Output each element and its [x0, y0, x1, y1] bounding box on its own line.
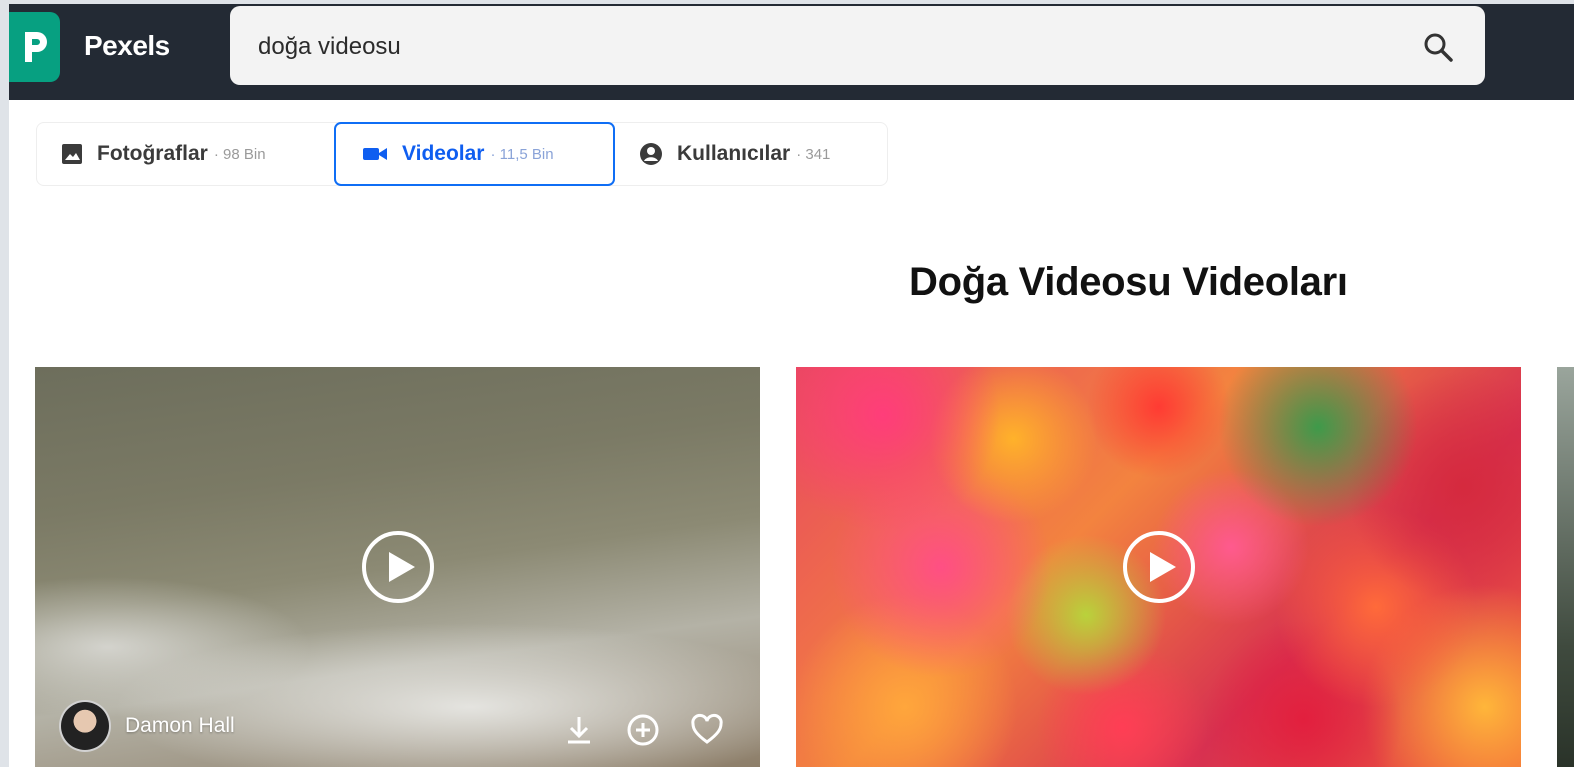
video-author[interactable]: Damon Hall — [59, 700, 235, 752]
pexels-logo-icon — [24, 32, 47, 62]
search-input[interactable]: doğa videosu — [258, 33, 401, 61]
search-bar[interactable]: doğa videosu — [230, 6, 1485, 85]
tab-videos[interactable]: Videolar · 11,5 Bin — [334, 122, 615, 186]
video-card[interactable] — [796, 367, 1521, 767]
video-actions — [562, 713, 724, 747]
search-icon[interactable] — [1421, 30, 1455, 64]
tab-users-label: Kullanıcılar — [677, 142, 791, 165]
tab-users-count: · 341 — [796, 145, 831, 163]
tab-photos-label: Fotoğraflar — [97, 142, 208, 165]
play-icon[interactable] — [1121, 529, 1197, 605]
tab-users[interactable]: Kullanıcılar · 341 — [617, 123, 887, 185]
video-card-partial[interactable] — [1557, 367, 1574, 767]
tab-videos-label: Videolar — [402, 142, 485, 165]
play-icon[interactable] — [360, 529, 436, 605]
page: Pexels doğa videosu Fotoğraflar · 98 Bin… — [9, 4, 1574, 767]
tab-photos[interactable]: Fotoğraflar · 98 Bin — [37, 123, 333, 185]
tab-videos-count: · 11,5 Bin — [490, 145, 554, 163]
download-icon[interactable] — [562, 713, 596, 747]
add-collection-icon[interactable] — [626, 713, 660, 747]
page-title: Doğa Videosu Videoları — [909, 260, 1348, 304]
user-circle-icon — [640, 143, 662, 165]
image-icon — [62, 144, 82, 164]
pexels-logo[interactable] — [9, 12, 60, 82]
video-card[interactable]: Damon Hall — [35, 367, 760, 767]
heart-icon[interactable] — [690, 713, 724, 747]
tab-photos-count: · 98 Bin — [213, 145, 266, 163]
brand-name[interactable]: Pexels — [84, 30, 170, 62]
avatar[interactable] — [59, 700, 111, 752]
search-type-tabs: Fotoğraflar · 98 Bin Videolar · 11,5 Bin… — [36, 122, 888, 186]
author-name[interactable]: Damon Hall — [125, 714, 235, 738]
top-navbar: Pexels doğa videosu — [9, 4, 1574, 100]
video-camera-icon — [363, 148, 387, 160]
